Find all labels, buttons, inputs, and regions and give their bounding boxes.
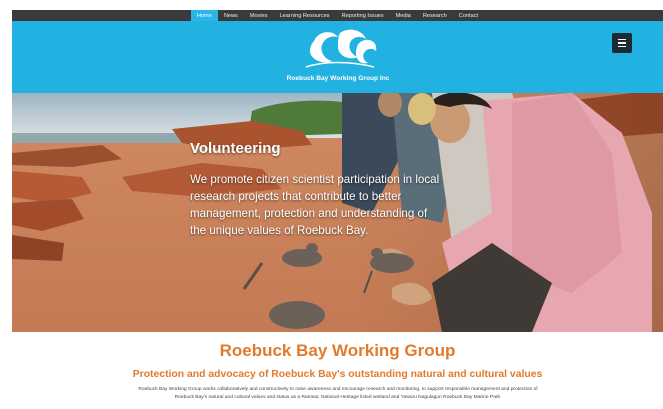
nav-item-news[interactable]: News	[218, 10, 244, 21]
hero-banner: Volunteering We promote citizen scientis…	[12, 93, 663, 332]
nav-item-learning-resources[interactable]: Learning Resources	[274, 10, 336, 21]
intro-section: Roebuck Bay Working Group Protection and…	[12, 332, 663, 409]
hamburger-menu-icon[interactable]	[612, 33, 632, 53]
intro-body: Roebuck Bay Working Group works collabor…	[138, 387, 538, 400]
nav-item-home[interactable]: Home	[190, 10, 218, 21]
nav-item-contact[interactable]: Contact	[453, 10, 484, 21]
hero-title: Volunteering	[190, 140, 281, 157]
nav-item-reporting-issues[interactable]: Reporting Issues	[336, 10, 390, 21]
hero-description: We promote citizen scientist participati…	[190, 173, 440, 237]
top-navigation: Home News Movies Learning Resources Repo…	[12, 10, 663, 21]
nav-item-movies[interactable]: Movies	[244, 10, 274, 21]
intro-title: Roebuck Bay Working Group	[219, 341, 456, 360]
nav-item-research[interactable]: Research	[417, 10, 453, 21]
bird-logo-icon[interactable]	[300, 27, 380, 71]
nav-item-media[interactable]: Media	[390, 10, 417, 21]
organization-name[interactable]: Roebuck Bay Working Group Inc	[232, 75, 444, 82]
site-header: Roebuck Bay Working Group Inc	[12, 21, 663, 93]
page: Home News Movies Learning Resources Repo…	[12, 0, 663, 409]
intro-subtitle: Protection and advocacy of Roebuck Bay's…	[132, 369, 543, 380]
